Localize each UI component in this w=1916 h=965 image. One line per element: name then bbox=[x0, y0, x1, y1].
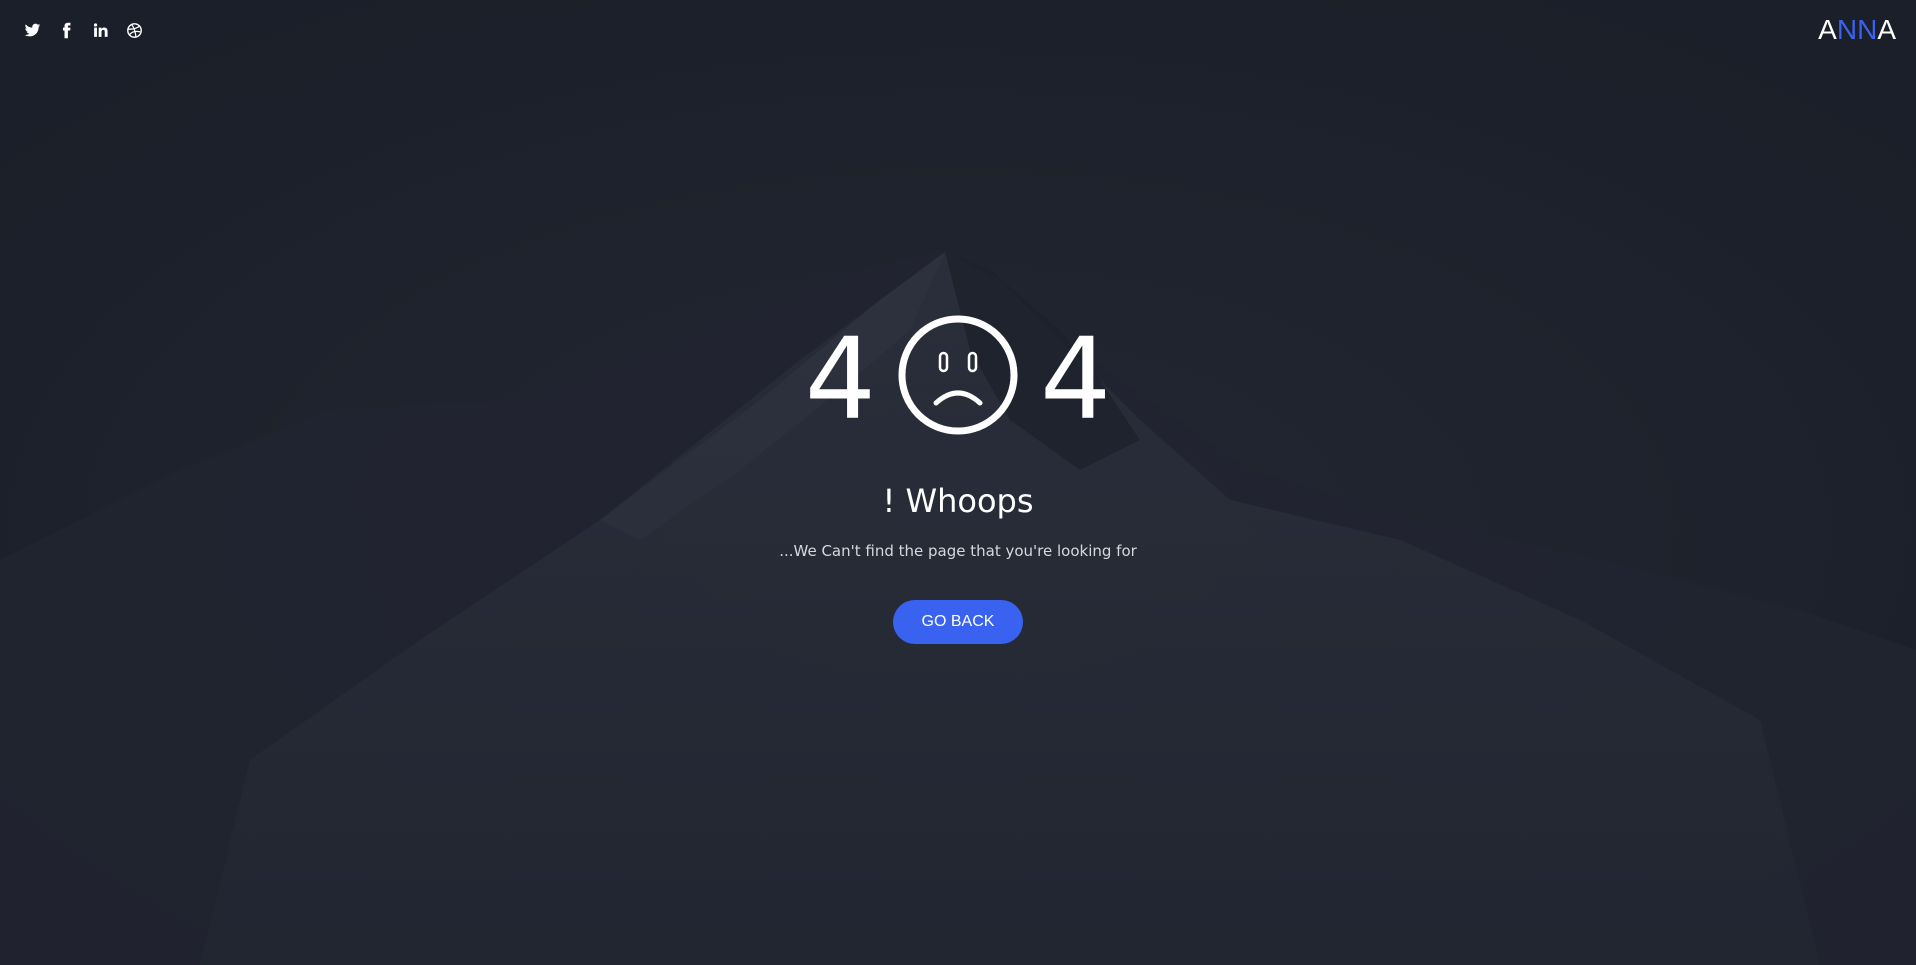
facebook-icon[interactable] bbox=[56, 20, 76, 40]
dribbble-icon[interactable] bbox=[124, 20, 144, 40]
go-back-button[interactable]: GO BACK bbox=[893, 600, 1023, 644]
error-code: 4 4 bbox=[0, 300, 1916, 450]
social-links bbox=[22, 20, 144, 40]
twitter-icon[interactable] bbox=[22, 20, 42, 40]
error-message: ...We Can't find the page that you're lo… bbox=[779, 542, 1137, 560]
error-headline: ! Whoops bbox=[882, 482, 1034, 520]
sad-face-icon bbox=[898, 315, 1018, 435]
error-content: 4 4 ! Whoops ...We Can't find the page t… bbox=[0, 300, 1916, 644]
logo-letter: A bbox=[1877, 14, 1896, 45]
error-digit-left: 4 bbox=[804, 315, 876, 445]
logo-letter: N bbox=[1836, 14, 1858, 45]
logo-letter: A bbox=[1818, 14, 1837, 45]
anna-logo[interactable]: A N N A bbox=[1818, 14, 1896, 46]
error-digit-right: 4 bbox=[1040, 315, 1112, 445]
linkedin-icon[interactable] bbox=[90, 20, 110, 40]
logo-letter: N bbox=[1857, 14, 1878, 45]
top-bar: A N N A bbox=[0, 0, 1916, 62]
